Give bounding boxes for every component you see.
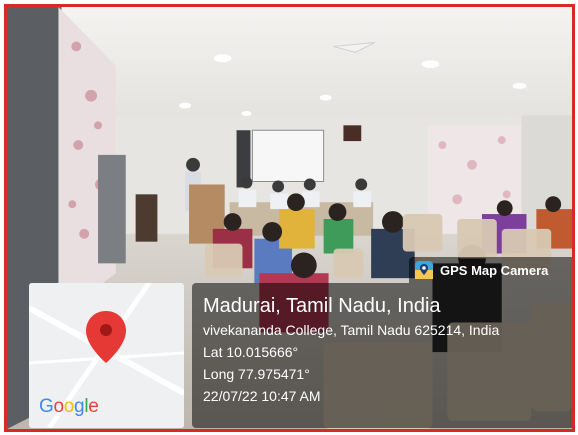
gps-map-camera-icon (415, 261, 433, 279)
app-name: GPS Map Camera (440, 262, 549, 278)
google-logo: Google (39, 396, 99, 417)
photo-frame: Google GPS Map Camera Madurai, Tamil Nad… (4, 4, 575, 432)
latitude-line: Lat 10.015666° (203, 344, 299, 360)
map-thumbnail: Google (29, 283, 184, 428)
gps-app-badge: GPS Map Camera (409, 257, 572, 283)
place-name: Madurai, Tamil Nadu, India (203, 295, 441, 317)
location-info-panel: Madurai, Tamil Nadu, India vivekananda C… (192, 283, 572, 428)
timestamp-line: 22/07/22 10:47 AM (203, 388, 321, 404)
longitude-line: Long 77.975471° (203, 366, 310, 382)
address-line: vivekananda College, Tamil Nadu 625214, … (203, 322, 500, 338)
